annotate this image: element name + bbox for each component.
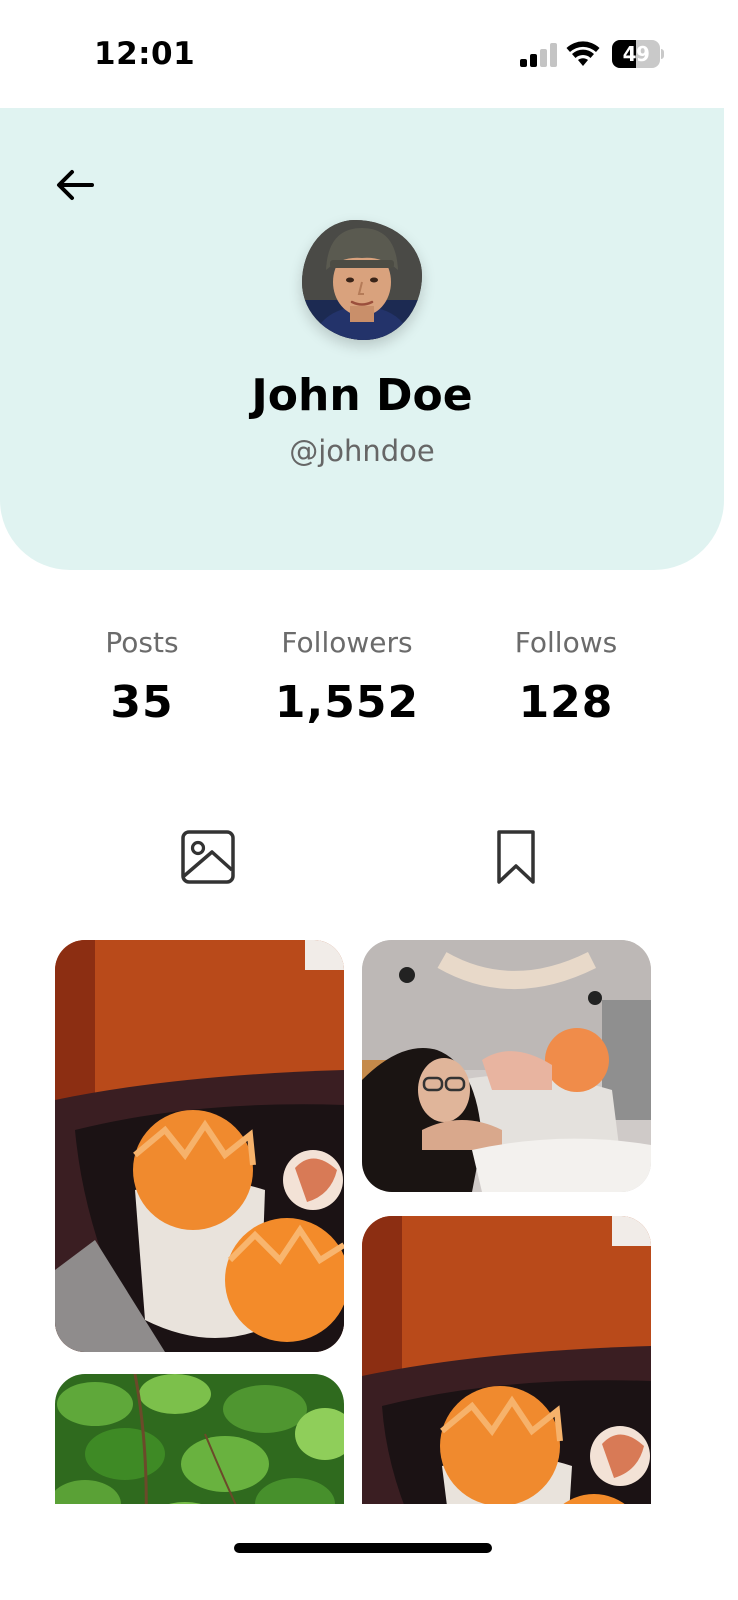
- stat-value: 35: [110, 677, 174, 728]
- stat-posts[interactable]: Posts 35: [32, 626, 252, 728]
- bookmark-icon[interactable]: [488, 828, 544, 886]
- battery-level: 49: [622, 42, 650, 66]
- stat-follows[interactable]: Follows 128: [456, 626, 676, 728]
- stat-label: Follows: [514, 626, 618, 659]
- battery-icon: 49: [612, 40, 664, 68]
- avatar[interactable]: [302, 220, 422, 340]
- cellular-signal-icon: [520, 43, 557, 67]
- home-indicator[interactable]: [234, 1543, 492, 1553]
- status-bar: 12:01 49: [0, 0, 738, 108]
- image-icon[interactable]: [180, 828, 236, 886]
- stat-value: 128: [518, 677, 614, 728]
- stat-label: Followers: [281, 626, 413, 659]
- wifi-icon: [566, 41, 600, 66]
- stat-value: 1,552: [274, 677, 420, 728]
- stat-label: Posts: [105, 626, 179, 659]
- profile-header: John Doe @johndoe: [0, 108, 724, 570]
- post-thumbnail-3[interactable]: [362, 1216, 651, 1546]
- post-thumbnail-2[interactable]: [362, 940, 651, 1192]
- stat-followers[interactable]: Followers 1,552: [237, 626, 457, 728]
- status-time: 12:01: [94, 36, 196, 72]
- profile-name: John Doe: [251, 370, 473, 421]
- profile-handle: @johndoe: [289, 434, 435, 468]
- back-arrow-icon[interactable]: [52, 162, 98, 208]
- post-thumbnail-1[interactable]: [55, 940, 344, 1352]
